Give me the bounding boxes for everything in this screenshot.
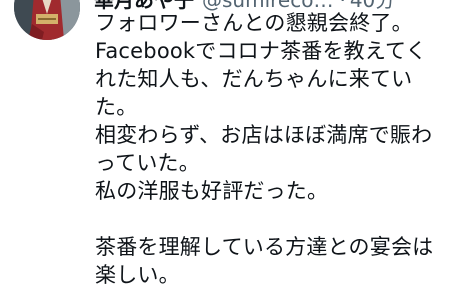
tweet-line: 相変わらず、お店はほぼ満席で賑わ bbox=[95, 123, 433, 147]
tweet-card: 華月あや子 @sumireco… · 40分 フォロワーさんとの懇親会終了。 Face… bbox=[0, 0, 450, 300]
profile-avatar[interactable] bbox=[14, 0, 80, 40]
tweet-body: フォロワーさんとの懇親会終了。 Facebookでコロナ茶番を教えてく れた知人… bbox=[95, 9, 445, 289]
tweet-line: れた知人も、だんちゃんに来てい bbox=[95, 67, 413, 91]
avatar-kimono-photo bbox=[14, 0, 80, 40]
tweet-line: っていた。 bbox=[95, 151, 200, 175]
tweet-line: 私の洋服も好評だった。 bbox=[95, 179, 329, 203]
tweet-line: 楽しい。 bbox=[95, 263, 180, 287]
tweet-line: 茶番を理解している方達との宴会は bbox=[95, 235, 434, 259]
tweet-line: フォロワーさんとの懇親会終了。 bbox=[95, 11, 413, 35]
tweet-line: Facebookでコロナ茶番を教えてく bbox=[95, 39, 427, 63]
tweet-line: た。 bbox=[95, 95, 138, 119]
